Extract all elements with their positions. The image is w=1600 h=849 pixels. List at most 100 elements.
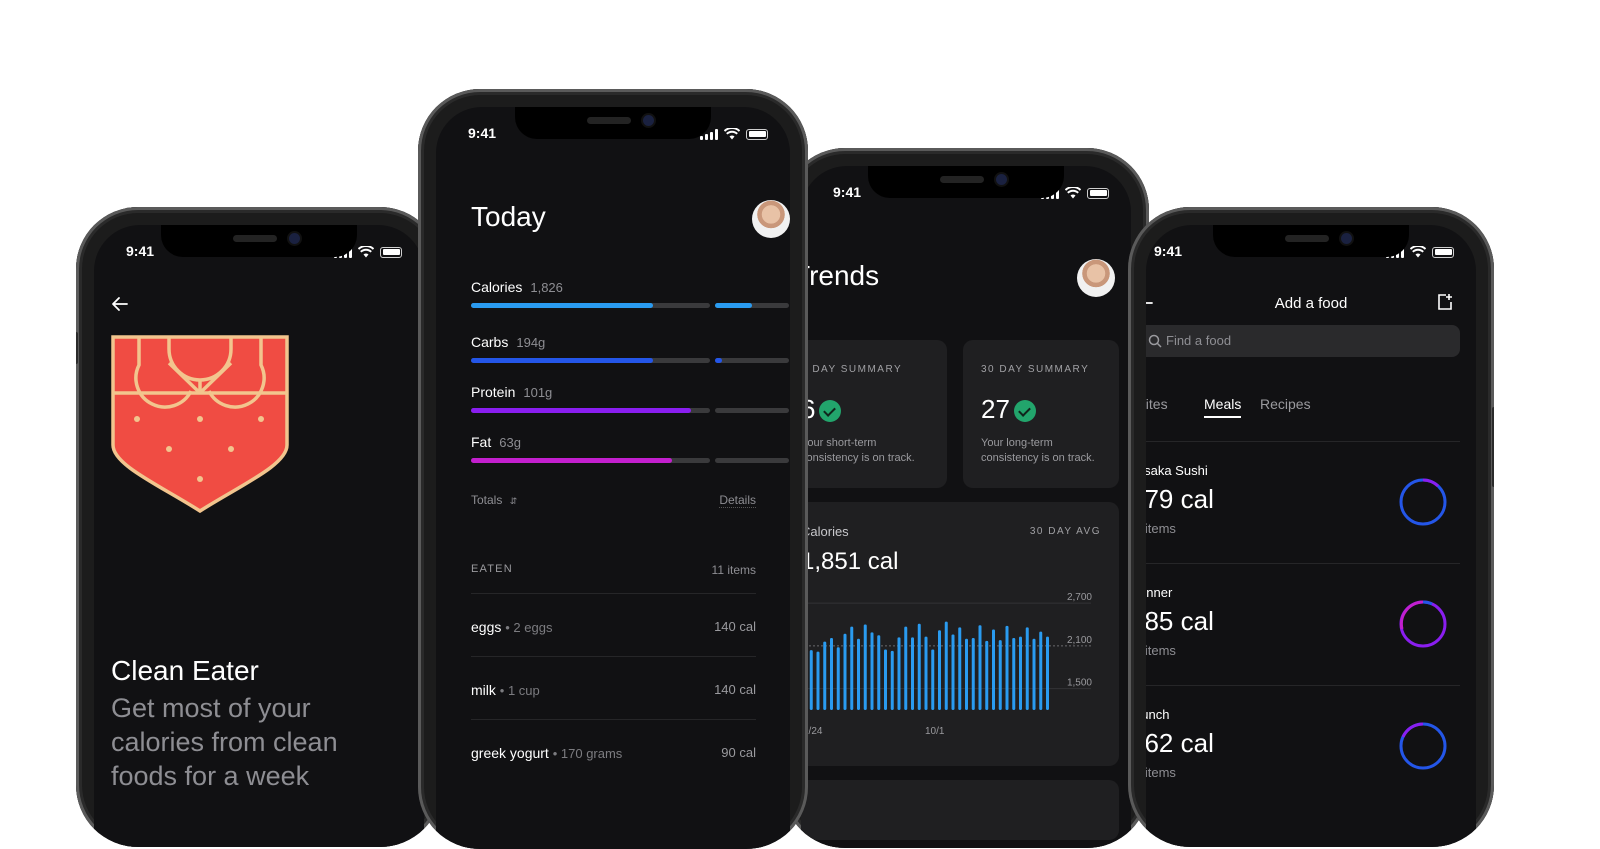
notch — [515, 107, 711, 139]
page-title: Today — [471, 201, 546, 232]
battery-icon — [1432, 246, 1454, 258]
phone-clean-eater: 9:41 Clean Eater Get most of your calori… — [76, 207, 442, 847]
macro-value: 1,826 — [530, 280, 563, 295]
avatar[interactable] — [1077, 259, 1115, 297]
notch — [1213, 225, 1409, 257]
food-calories: 140 cal — [714, 682, 756, 697]
phone-screen: 9:41 Today Calories 1,826 Carbs 194g Protein… — [436, 107, 790, 849]
macro-row-fat: Fat 63g — [471, 434, 789, 474]
phone-side-button — [76, 332, 78, 364]
meal-item[interactable]: Osaka Sushi 279 cal 3 items — [1146, 463, 1462, 536]
chart-bar — [877, 635, 881, 710]
status-time: 9:41 — [468, 125, 497, 141]
phone-trends: 9:41 Trends 7 DAY SUMMARY 6 Your short-t… — [783, 148, 1149, 848]
next-card — [801, 780, 1119, 840]
chart-avg-label: 30 DAY AVG — [1029, 526, 1101, 537]
divider — [471, 593, 756, 594]
status-time: 9:41 — [1154, 243, 1183, 259]
macro-progress-bar — [471, 358, 710, 363]
chart-bar — [1046, 636, 1049, 710]
page-title: Add a food — [1274, 295, 1348, 312]
tab-meals[interactable]: Meals — [1204, 396, 1242, 418]
chart-bar — [924, 636, 928, 710]
notch — [161, 225, 357, 257]
phone-today: 9:41 Today Calories 1,826 Carbs 194g Protein… — [418, 89, 808, 849]
macro-value: 194g — [516, 335, 546, 350]
divider — [1146, 563, 1460, 564]
details-link[interactable]: Details — [719, 493, 756, 508]
status-time: 9:41 — [126, 243, 155, 259]
tab-recipes[interactable]: Recipes — [1260, 396, 1311, 412]
add-note-icon[interactable] — [1436, 293, 1454, 311]
food-item[interactable]: milk • 1 cup 140 cal — [471, 682, 756, 698]
macro-progress-fill — [471, 303, 653, 308]
meal-item[interactable]: Lunch 562 cal 4 items — [1146, 707, 1462, 780]
macro-progress-fill — [471, 458, 672, 463]
avatar[interactable] — [752, 200, 790, 238]
macro-progress-bar — [471, 458, 710, 463]
chart-bar — [965, 638, 968, 710]
macro-secondary-fill — [715, 303, 752, 308]
search-input[interactable]: Find a food — [1146, 325, 1460, 357]
summary-caption: 7 DAY SUMMARY — [801, 364, 903, 375]
chart-bar — [971, 638, 975, 710]
chart-bar — [1025, 627, 1029, 710]
divider — [471, 656, 756, 657]
chart-bar — [836, 647, 840, 710]
chart-bar — [998, 640, 1002, 710]
macro-secondary-fill — [715, 358, 723, 363]
macro-progress-fill — [471, 358, 653, 363]
meal-item[interactable]: Dinner 785 cal 5 items — [1146, 585, 1462, 658]
sort-icon: ⇵ — [509, 496, 518, 506]
calories-chart-card: Calories 30 DAY AVG 1,851 cal 2,700 2,100… — [801, 502, 1119, 766]
chart-bar — [843, 633, 847, 710]
food-calories: 140 cal — [714, 619, 756, 634]
chart-label: Calories — [801, 524, 849, 539]
macro-secondary-bar — [715, 358, 789, 363]
macro-label: Fat — [471, 434, 492, 450]
meal-ring-icon — [1399, 722, 1447, 770]
food-item[interactable]: eggs • 2 eggs 140 cal — [471, 619, 756, 635]
search-icon — [1148, 334, 1162, 348]
summary-card-7-day: 7 DAY SUMMARY 6 Your short-term consiste… — [801, 340, 947, 488]
food-item[interactable]: greek yogurt • 170 grams 90 cal — [471, 745, 756, 761]
wifi-icon — [358, 246, 374, 258]
check-icon — [819, 400, 842, 423]
macro-secondary-bar — [715, 303, 789, 308]
check-icon — [1013, 400, 1036, 423]
meal-name: Osaka Sushi — [1146, 463, 1208, 478]
food-quantity: 170 grams — [560, 746, 623, 761]
chart-bar — [870, 632, 874, 710]
achievement-title: Clean Eater — [111, 655, 259, 686]
chart-avg-value: 1,851 cal — [801, 548, 899, 575]
food-calories: 90 cal — [721, 745, 756, 760]
chart-bar — [1032, 638, 1036, 710]
chart-y-tick: 2,700 — [1067, 592, 1092, 603]
wifi-icon — [1410, 246, 1426, 258]
divider — [1146, 685, 1460, 686]
chart-bar — [917, 623, 921, 710]
totals-label: Totals — [471, 493, 503, 507]
macro-progress-fill — [471, 408, 691, 413]
eaten-label: EATEN — [471, 563, 513, 575]
food-name: greek yogurt — [471, 745, 549, 761]
tab-favorites[interactable]: Favorites — [1146, 396, 1168, 412]
summary-text: Your short-term consistency is on track. — [801, 437, 915, 464]
macro-label: Calories — [471, 279, 523, 295]
food-quantity-separator: • — [499, 683, 508, 698]
summary-number: 27 — [981, 394, 1010, 424]
back-arrow-icon[interactable] — [111, 295, 129, 313]
phone-add-food: 9:41 Add a food Find a food Favorites Me… — [1128, 207, 1494, 847]
chart-bar — [857, 638, 860, 710]
macro-label: Protein — [471, 384, 516, 400]
chart-bar — [938, 630, 941, 710]
chart-bar — [978, 625, 982, 710]
chart-bar — [1019, 636, 1022, 710]
macro-secondary-bar — [715, 408, 789, 413]
wifi-icon — [724, 128, 740, 140]
totals-toggle[interactable]: Totals ⇵ — [471, 493, 517, 507]
page-title: Trends — [801, 260, 880, 291]
search-placeholder: Find a food — [1166, 333, 1232, 348]
chart-bar — [992, 629, 995, 710]
clean-eater-badge-icon — [111, 335, 289, 513]
